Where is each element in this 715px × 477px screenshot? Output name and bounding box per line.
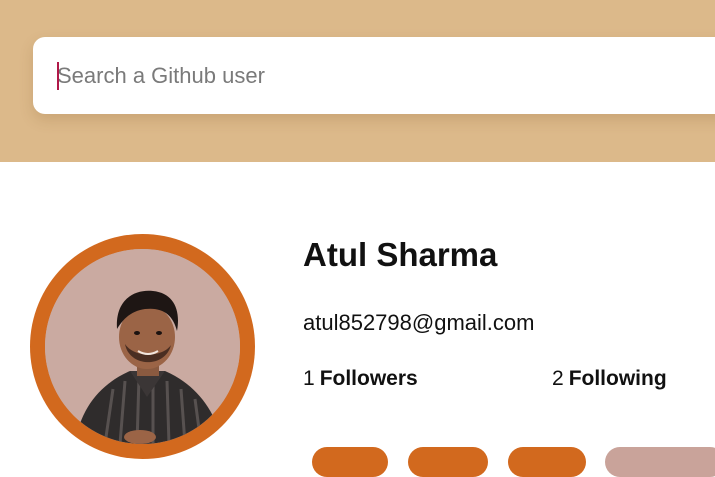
header-banner [0, 0, 715, 162]
text-caret [57, 62, 59, 90]
followers-stat[interactable]: 1 Followers [303, 367, 418, 391]
profile-name: Atul Sharma [303, 236, 498, 273]
following-label: Following [568, 367, 667, 390]
avatar-ring [30, 234, 255, 459]
search-input[interactable] [33, 37, 715, 114]
following-stat[interactable]: 2 Following [552, 367, 667, 391]
followers-count: 1 [303, 367, 315, 390]
avatar [45, 249, 240, 444]
search-box[interactable] [33, 37, 715, 114]
avatar-photo [45, 249, 240, 444]
followers-label: Followers [319, 367, 418, 390]
profile-email: atul852798@gmail.com [303, 310, 535, 335]
following-count: 2 [552, 367, 564, 390]
